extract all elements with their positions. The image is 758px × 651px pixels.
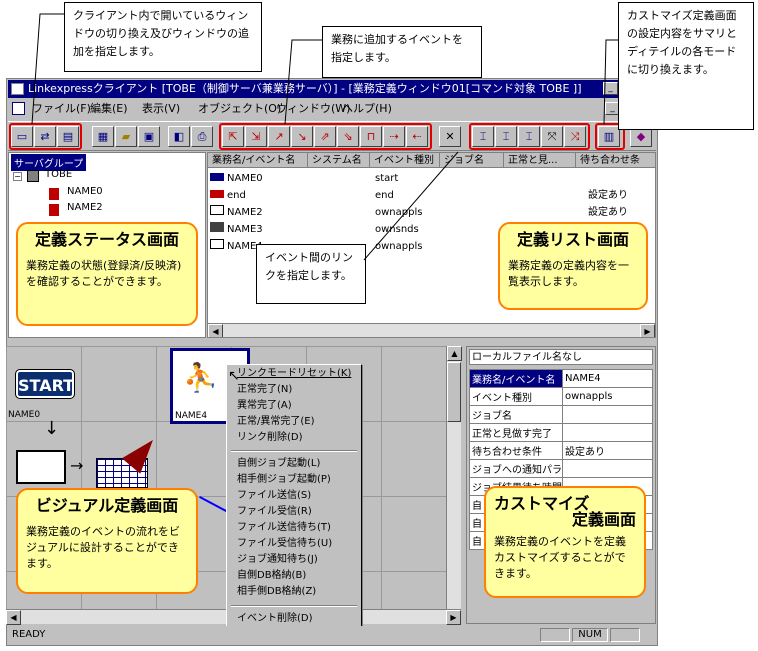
leader-line (31, 13, 64, 125)
leader-lines (31, 13, 618, 261)
leader-line (284, 39, 322, 125)
leader-line (603, 39, 618, 125)
leader-line (363, 151, 459, 261)
